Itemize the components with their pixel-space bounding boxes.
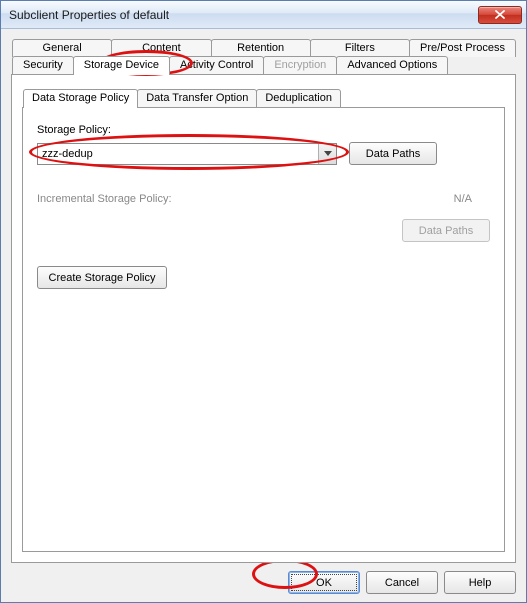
ok-button[interactable]: OK	[288, 571, 360, 594]
window-title: Subclient Properties of default	[9, 8, 478, 22]
tab-storage-device[interactable]: Storage Device	[73, 56, 170, 75]
tab-encryption: Encryption	[263, 56, 337, 74]
incremental-value: N/A	[178, 193, 478, 205]
tab-pre-post-process[interactable]: Pre/Post Process	[409, 39, 516, 57]
dialog-footer: OK Cancel Help	[11, 563, 516, 594]
tab-security[interactable]: Security	[12, 56, 74, 74]
tab-advanced-options[interactable]: Advanced Options	[336, 56, 448, 74]
close-icon	[495, 10, 505, 19]
storage-device-pane: Data Storage Policy Data Transfer Option…	[11, 74, 516, 563]
tab-activity-control[interactable]: Activity Control	[169, 56, 264, 74]
storage-policy-label: Storage Policy:	[37, 124, 490, 136]
close-button[interactable]	[478, 6, 522, 24]
help-button[interactable]: Help	[444, 571, 516, 594]
tab-filters[interactable]: Filters	[310, 39, 410, 57]
create-storage-policy-button[interactable]: Create Storage Policy	[37, 266, 167, 289]
chevron-down-icon	[318, 144, 336, 164]
incremental-label: Incremental Storage Policy:	[37, 193, 172, 205]
inner-tab-data-transfer-option[interactable]: Data Transfer Option	[137, 89, 257, 107]
dialog-body: General Content Retention Filters Pre/Po…	[1, 29, 526, 602]
inner-tab-deduplication[interactable]: Deduplication	[256, 89, 341, 107]
tab-content[interactable]: Content	[111, 39, 211, 57]
storage-policy-dropdown[interactable]: zzz-dedup	[37, 143, 337, 165]
cancel-button[interactable]: Cancel	[366, 571, 438, 594]
tab-retention[interactable]: Retention	[211, 39, 311, 57]
incremental-data-paths-button: Data Paths	[402, 219, 490, 242]
title-bar: Subclient Properties of default	[1, 1, 526, 29]
inner-tab-data-storage-policy[interactable]: Data Storage Policy	[23, 89, 138, 108]
main-tab-control: General Content Retention Filters Pre/Po…	[11, 39, 516, 563]
data-storage-policy-pane: Storage Policy: zzz-dedup Data Paths Inc…	[22, 107, 505, 552]
data-paths-button[interactable]: Data Paths	[349, 142, 437, 165]
storage-policy-value: zzz-dedup	[42, 148, 318, 160]
tab-general[interactable]: General	[12, 39, 112, 57]
